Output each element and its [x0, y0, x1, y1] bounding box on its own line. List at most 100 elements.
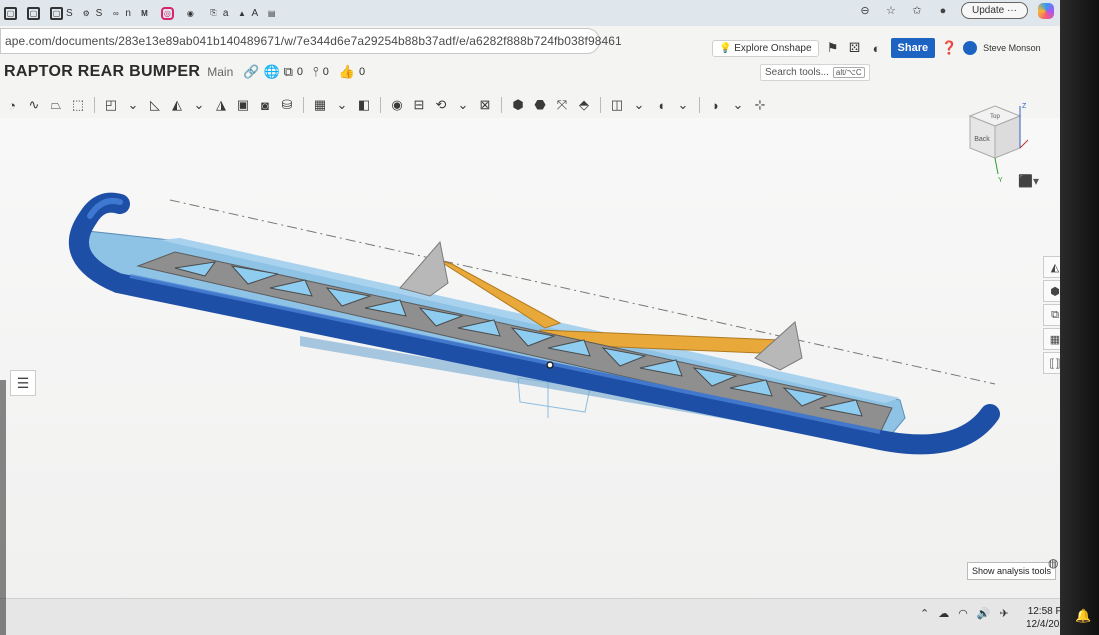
loft-icon[interactable]: ⏢	[48, 97, 64, 113]
globe-icon[interactable]: 🌐	[263, 64, 279, 80]
notification-icon[interactable]: 🔔	[1075, 608, 1091, 624]
appearance-icon[interactable]: ◭	[1043, 256, 1060, 278]
doc-icon: ⎘	[210, 8, 217, 17]
chevron-down-icon[interactable]: ⌄	[191, 97, 207, 113]
variables-icon[interactable]: ▦	[1043, 328, 1060, 350]
a-icon: ▲	[238, 8, 246, 18]
browser-tab[interactable]: ▢	[27, 3, 43, 23]
bumper-model[interactable]	[0, 118, 1060, 635]
learning-icon[interactable]: ◐	[869, 40, 885, 56]
hole-icon[interactable]: ◙	[257, 97, 273, 113]
thicken-icon[interactable]: ⛁	[279, 97, 295, 113]
frame-icon[interactable]: ◖	[653, 97, 669, 113]
star-icon[interactable]: ☆	[883, 3, 899, 19]
move-face-icon[interactable]: ⬢	[510, 97, 526, 113]
sweep-icon[interactable]: ∿	[26, 97, 42, 113]
shell-icon[interactable]: ▣	[235, 97, 251, 113]
delete-part-icon[interactable]: ⊠	[477, 97, 493, 113]
toolbar-separator	[380, 97, 381, 113]
link-icon: ∞	[112, 8, 119, 18]
replace-face-icon[interactable]: ⬣	[532, 97, 548, 113]
feature-list-icon[interactable]: ☰	[10, 370, 36, 396]
chevron-down-icon[interactable]: ⌄	[334, 97, 350, 113]
explore-onshape-button[interactable]: 💡 Explore Onshape	[712, 39, 819, 57]
plane-icon[interactable]: ⬘	[576, 97, 592, 113]
apps-icon[interactable]: ⚄	[847, 40, 863, 56]
left-bezel-shadow	[0, 380, 6, 635]
measure-icon[interactable]: ◍	[1048, 556, 1058, 570]
help-icon[interactable]: ❓	[941, 40, 957, 56]
boolean-icon[interactable]: ◉	[389, 97, 405, 113]
screen: ▢ ▢ ▢ S ⚙ S ∞ n M ◎ ◉ ⎘ a ▲ A ▤ ⊖ ☆ ✩ ● Updat…	[0, 0, 1060, 635]
browser-tab-strip: ▢ ▢ ▢ S ⚙ S ∞ n M ◎ ◉ ⎘ a ▲ A ▤ ⊖ ☆ ✩ ● Updat…	[0, 0, 1060, 26]
favorites-icon[interactable]: ✩	[909, 3, 925, 19]
update-more-label: ···	[1007, 5, 1017, 16]
chevron-down-icon[interactable]: ⌄	[455, 97, 471, 113]
split-icon[interactable]: ⊟	[411, 97, 427, 113]
box-icon[interactable]: ⬚	[70, 97, 86, 113]
offset-surface-icon[interactable]: ⤧	[554, 97, 570, 113]
zoom-icon[interactable]: ⊖	[857, 3, 873, 19]
toolbar-separator	[94, 97, 95, 113]
mirror-icon[interactable]: ◧	[356, 97, 372, 113]
chevron-down-icon[interactable]: ⌄	[631, 97, 647, 113]
link-icon[interactable]: 🔗	[243, 64, 259, 80]
show-analysis-tools-button[interactable]: Show analysis tools	[967, 562, 1057, 580]
copilot-icon[interactable]	[1038, 2, 1054, 19]
branches-count: 0	[322, 66, 329, 78]
airplane-icon[interactable]: ✈	[1000, 607, 1009, 620]
parts-icon[interactable]: ⬢	[1043, 280, 1060, 302]
chevron-down-icon[interactable]: ⌄	[125, 97, 141, 113]
sheet-metal-icon[interactable]: ◫	[609, 97, 625, 113]
avatar[interactable]	[963, 41, 978, 55]
toolbar-separator	[699, 97, 700, 113]
browser-tab[interactable]: ▲ A	[235, 3, 258, 23]
chamfer-icon[interactable]: ◺	[147, 97, 163, 113]
custom-features-icon[interactable]: ⟦⟧	[1043, 352, 1060, 374]
browser-tab[interactable]: ∞ n	[109, 3, 131, 23]
chevron-up-icon[interactable]: ⌃	[920, 607, 929, 620]
surface-icon[interactable]: ◗	[708, 97, 724, 113]
document-title[interactable]: RAPTOR REAR BUMPER	[4, 63, 200, 81]
header-actions: 💡 Explore Onshape ⚑ ⚄ ◐ Share ❓ Steve Mo…	[712, 38, 1041, 58]
rib-icon[interactable]: ◮	[213, 97, 229, 113]
search-tools-input[interactable]: Search tools... alt/⌥C	[760, 64, 870, 81]
transform-icon[interactable]: ⟲	[433, 97, 449, 113]
draft-icon[interactable]: ◭	[169, 97, 185, 113]
browser-tab[interactable]: ⎘ a	[207, 3, 228, 23]
volume-icon[interactable]: 🔊	[977, 607, 991, 620]
chevron-down-icon[interactable]: ⌄	[675, 97, 691, 113]
versions-icon[interactable]: ⧉	[284, 64, 293, 80]
update-button[interactable]: Update ···	[960, 2, 1028, 19]
branch-label[interactable]: Main	[207, 65, 233, 79]
view-cube[interactable]: Top Back Z Y	[940, 96, 1030, 186]
pattern-icon[interactable]: ▦	[312, 97, 328, 113]
mate-connector-icon[interactable]: ⊹	[752, 97, 768, 113]
browser-tab[interactable]: ◉	[184, 3, 200, 23]
address-bar[interactable]: ape.com/documents/283e13e89ab041b1404896…	[0, 28, 622, 54]
view-options-icon[interactable]: ⬛▾	[1018, 174, 1039, 188]
wifi-icon[interactable]: ◠	[958, 607, 968, 620]
like-icon[interactable]: 👍	[339, 64, 355, 80]
profile-icon[interactable]: ●	[935, 3, 951, 19]
graphics-viewport[interactable]: Top Back Z Y ⬛▾ ◭ ⬢ ⧉ ▦ ⟦⟧ ☰ Show analys…	[0, 103, 1060, 635]
configurations-icon[interactable]: ⧉	[1043, 304, 1060, 326]
browser-tab[interactable]: ▢	[4, 3, 20, 23]
user-name[interactable]: Steve Monson	[983, 43, 1041, 53]
cloud-icon[interactable]: ☁	[938, 607, 949, 620]
origin-point	[546, 361, 554, 369]
notifications-icon[interactable]: ⚑	[825, 40, 841, 56]
toolbar-separator	[600, 97, 601, 113]
browser-tab[interactable]: ◎	[160, 3, 177, 23]
share-button[interactable]: Share	[890, 38, 936, 58]
browser-tab[interactable]: M	[138, 3, 154, 23]
browser-tab[interactable]: ▤	[265, 3, 281, 23]
browser-tab[interactable]: ⚙ S	[80, 3, 103, 23]
fillet-icon[interactable]: ◰	[103, 97, 119, 113]
browser-tab[interactable]: ▢ S	[50, 3, 73, 23]
clock[interactable]: 12:58 PM 12/4/2025	[1026, 605, 1060, 631]
branch-icon[interactable]: ⫯	[313, 64, 319, 80]
sketch-icon[interactable]: ◔	[4, 97, 20, 113]
axis-x-line	[1019, 139, 1029, 149]
chevron-down-icon[interactable]: ⌄	[730, 97, 746, 113]
